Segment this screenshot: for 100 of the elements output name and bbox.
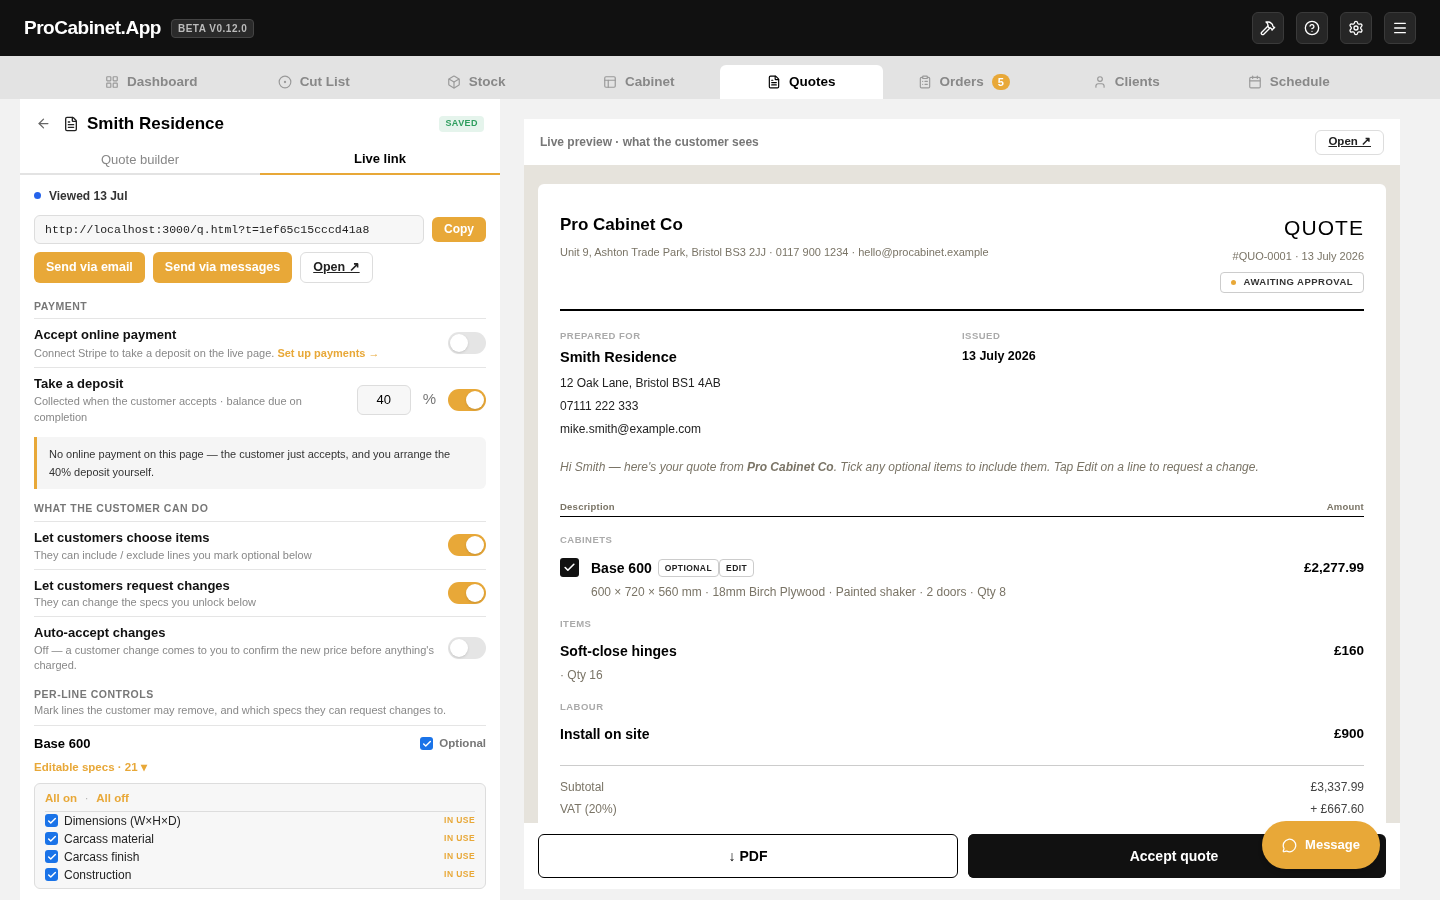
section-heading: LABOUR <box>560 699 605 714</box>
setup-payments-link[interactable]: Set up payments → <box>277 346 380 359</box>
field-label: PREPARED FOR <box>560 329 642 343</box>
setting-title: Take a deposit <box>34 374 125 393</box>
editor-tab[interactable]: Live link <box>260 144 500 175</box>
intro-text: Hi Smith — here's your quote from Pro Cabinet Co. Tick any optional items to include them. Tap Edit on a line to request a change. <box>560 459 1260 476</box>
toggle-switch[interactable] <box>448 388 486 411</box>
checkbox[interactable] <box>420 737 434 750</box>
nav-tab[interactable]: Clients <box>1045 65 1208 99</box>
line-name: Base 600 <box>34 734 91 753</box>
setting-description: Off — a customer change comes to you to confirm the new price before anything's charged. <box>34 642 435 673</box>
document-title: QUOTE <box>1284 215 1364 241</box>
app-logo: ProCabinet.App <box>24 15 161 40</box>
open-preview-button[interactable]: Open ↗ <box>1315 129 1384 155</box>
section-description: Mark lines the customer may remove, and which specs they can request changes to. <box>34 702 486 726</box>
client-detail: mike.smith@example.com <box>560 421 702 438</box>
in-use-tag: IN USE <box>444 868 475 882</box>
toggle-switch[interactable] <box>448 581 486 604</box>
saved-status: SAVED <box>439 116 484 132</box>
section-heading: WHAT THE CUSTOMER CAN DO <box>34 501 486 522</box>
line-item-amount: £900 <box>1333 725 1364 743</box>
all-on-link[interactable]: All on <box>45 789 77 807</box>
toggle-switch[interactable] <box>448 636 486 659</box>
include-checkbox[interactable] <box>560 557 579 577</box>
message-button[interactable]: Message <box>1262 821 1380 869</box>
copy-button[interactable]: Copy <box>432 216 486 242</box>
status-badge: AWAITING APPROVAL <box>1219 272 1364 293</box>
check-icon <box>46 869 57 880</box>
setting-title: Let customers choose items <box>34 529 211 547</box>
client-detail: 12 Oak Lane, Bristol BS1 4AB <box>560 375 722 392</box>
user-icon <box>1092 75 1107 89</box>
send-button[interactable]: Send via messages <box>152 251 293 283</box>
checkbox[interactable] <box>45 868 58 882</box>
line-item-amount: £2,277.99 <box>1303 558 1364 577</box>
grid-icon <box>105 75 119 89</box>
deposit-field[interactable]: 40 <box>356 384 411 415</box>
checkbox[interactable] <box>45 850 58 864</box>
nav-tab[interactable]: Dashboard <box>70 65 233 99</box>
editable-specs-toggle[interactable]: Editable specs · 21 ▾ <box>34 759 486 777</box>
spec-label: Dimensions (W×H×D) <box>64 812 181 830</box>
check-icon <box>46 815 57 826</box>
nav-tab[interactable]: Quotes <box>720 65 883 99</box>
client-detail: 07111 222 333 <box>560 398 640 415</box>
link-field[interactable]: http://localhost:3000/q.html?t=1ef65c15cccd41a8 <box>34 214 424 244</box>
issued-date: 13 July 2026 <box>962 348 1037 366</box>
cube-icon <box>446 75 461 89</box>
pdf-button[interactable]: ↓ PDF <box>538 834 958 878</box>
nav-tab[interactable]: Schedule <box>1207 65 1370 99</box>
setting-description: Connect Stripe to take a deposit on the live page. Set up payments → <box>34 345 381 361</box>
version-badge: BETA V0.12.0 <box>170 18 255 38</box>
line-item-amount: £160 <box>1333 641 1364 660</box>
total-value: £3,337.99 <box>1310 779 1364 796</box>
help-icon <box>1304 20 1320 36</box>
section-heading: ITEMS <box>560 616 593 631</box>
field-label: ISSUED <box>962 329 1002 343</box>
check-icon <box>46 851 57 862</box>
in-use-tag: IN USE <box>444 814 475 828</box>
open-link-button[interactable]: Open ↗ <box>300 251 373 283</box>
client-name: Smith Residence <box>560 348 678 368</box>
company-name: Pro Cabinet Co <box>560 214 684 236</box>
viewed-status: Viewed 13 Jul <box>49 187 128 205</box>
toggle-switch[interactable] <box>448 534 486 557</box>
menu-button[interactable] <box>1384 12 1416 44</box>
document-icon <box>63 115 79 132</box>
nav-tab[interactable]: Cut List <box>232 65 395 99</box>
line-item-detail: 600 × 720 × 560 mm · 18mm Birch Plywood · Painted shaker · 2 doors · Qty 8 <box>591 583 1006 601</box>
total-value: + £667.60 <box>1310 801 1364 818</box>
circle-dot-icon <box>277 75 292 89</box>
nav-tab[interactable]: Stock <box>395 65 558 99</box>
document-icon <box>767 75 781 89</box>
quote-title: Smith Residence <box>87 113 224 135</box>
check-icon <box>421 738 432 749</box>
setting-title: Let customers request changes <box>34 576 231 595</box>
percent-label: % <box>422 389 436 410</box>
settings-icon <box>1348 20 1364 36</box>
send-button[interactable]: Send via email <box>34 251 145 283</box>
settings-button[interactable] <box>1340 12 1372 44</box>
nav-tab[interactable]: Orders 5 <box>882 65 1045 99</box>
preview-caption: Live preview · what the customer sees <box>540 134 759 151</box>
checkbox[interactable] <box>45 814 58 828</box>
editor-tab[interactable]: Quote builder <box>20 144 260 175</box>
help-button[interactable] <box>1296 12 1328 44</box>
hammer-button[interactable] <box>1252 12 1284 44</box>
nav-tab[interactable]: Cabinet <box>557 65 720 99</box>
checkbox[interactable] <box>45 832 58 846</box>
chat-bubble-icon <box>1282 837 1298 853</box>
edit-button[interactable]: EDIT <box>719 559 755 577</box>
line-item-detail: · Qty 16 <box>560 666 604 684</box>
optional-label: Optional <box>439 735 486 751</box>
all-off-link[interactable]: All off <box>96 789 129 807</box>
section-heading: PAYMENT <box>34 298 486 320</box>
menu-icon <box>1392 20 1408 36</box>
clipboard-icon <box>917 75 932 89</box>
setting-title: Auto-accept changes <box>34 624 167 642</box>
setting-description: They can include / exclude lines you mark optional below <box>34 547 313 563</box>
column-header: Amount <box>1326 500 1364 514</box>
optional-tag: OPTIONAL <box>657 559 720 577</box>
toggle-switch[interactable] <box>448 332 486 354</box>
line-item-name: Install on site <box>560 725 650 744</box>
separator-dot: · <box>84 791 89 806</box>
